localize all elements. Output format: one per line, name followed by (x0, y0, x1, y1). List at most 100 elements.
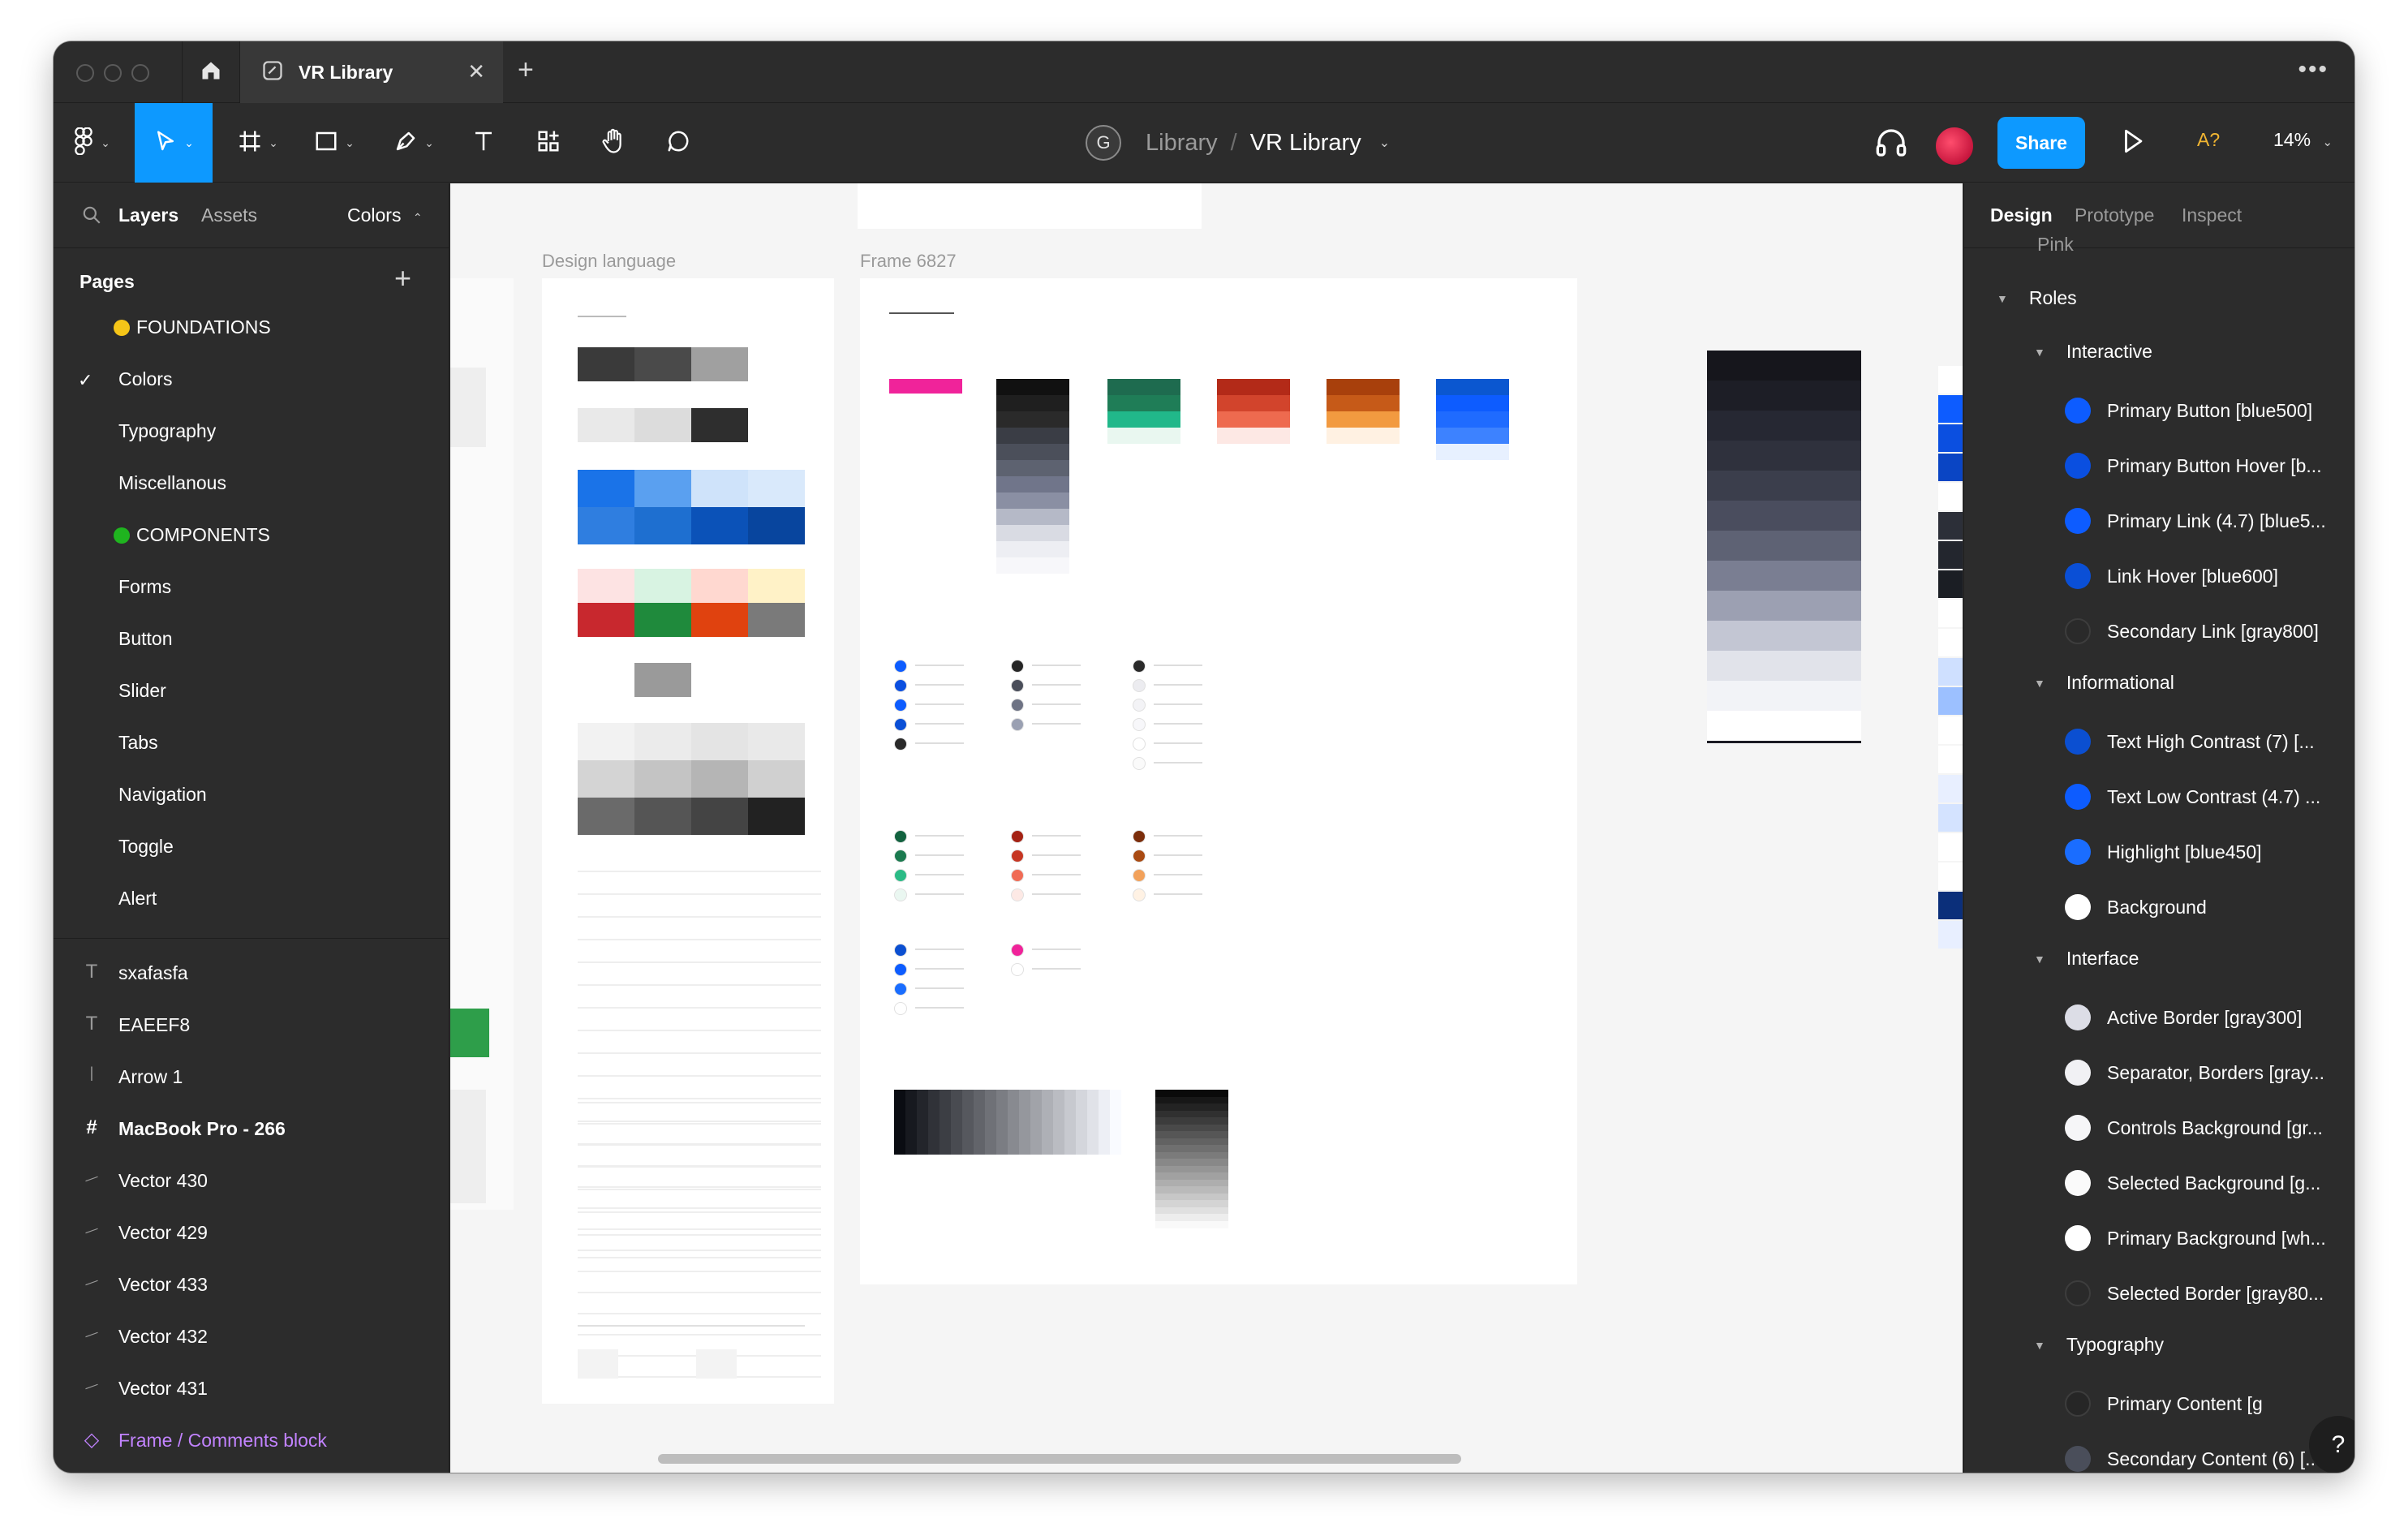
color-style-item[interactable]: Text High Contrast (7) [... (1964, 714, 2354, 769)
file-tab[interactable]: VR Library ✕ (240, 41, 503, 103)
audio-headset-icon[interactable] (1875, 127, 1907, 162)
page-selector[interactable]: Colors ⌃ (347, 204, 423, 226)
shape-tool-button[interactable]: ⌄ (302, 103, 367, 183)
main-menu-button[interactable]: ⌄ (65, 103, 118, 183)
page-item[interactable]: Colors (118, 368, 172, 390)
breadcrumb-project[interactable]: Library (1146, 130, 1218, 157)
tab-inspect[interactable]: Inspect (2182, 204, 2242, 226)
color-style-item[interactable]: Primary Button [blue500] (1964, 383, 2354, 438)
lightness-step (1099, 1090, 1110, 1155)
layer-item[interactable]: sxafasfa (118, 962, 188, 984)
text-placeholder-line (578, 1292, 821, 1293)
canvas-frame-left[interactable] (450, 278, 514, 1210)
roles-group[interactable]: ▼ Roles (1997, 287, 2077, 309)
page-item[interactable]: COMPONENTS (114, 524, 270, 546)
page-item[interactable]: Alert (118, 888, 157, 910)
home-tab[interactable] (182, 41, 240, 103)
layer-item[interactable]: Vector 431 (118, 1378, 208, 1400)
canvas-frame-partial[interactable] (858, 183, 1202, 229)
layer-item[interactable]: Frame / Comments block (118, 1430, 327, 1452)
close-window-button[interactable] (76, 64, 94, 82)
color-style-item[interactable]: Controls Background [gr... (1964, 1100, 2354, 1155)
page-item[interactable]: Typography (118, 420, 216, 442)
page-item[interactable]: FOUNDATIONS (114, 316, 271, 338)
layers-panel-tabs: Layers Assets Colors ⌃ (54, 183, 449, 248)
text-placeholder-line (915, 1007, 964, 1009)
style-group[interactable]: ▼ Interface (2034, 948, 2139, 970)
color-style-item[interactable]: Separator, Borders [gray... (1964, 1045, 2354, 1100)
frame-label-design-language[interactable]: Design language (542, 251, 676, 272)
swatch-block (996, 476, 1069, 493)
horizontal-scrollbar[interactable] (658, 1454, 1461, 1464)
breadcrumb-file-name[interactable]: VR Library (1250, 130, 1361, 157)
add-page-button[interactable]: + (394, 261, 411, 295)
style-group[interactable]: ▼ Informational (2034, 672, 2174, 694)
layer-item[interactable]: MacBook Pro - 266 (118, 1118, 286, 1140)
page-item[interactable]: Button (118, 628, 173, 650)
color-style-item[interactable]: Secondary Link [gray800] (1964, 604, 2354, 659)
user-avatar[interactable] (1934, 126, 1975, 166)
layer-item[interactable]: Vector 432 (118, 1326, 208, 1348)
present-play-icon[interactable] (2121, 127, 2145, 159)
search-icon[interactable] (81, 204, 102, 230)
layer-item[interactable]: Arrow 1 (118, 1066, 183, 1088)
layer-item[interactable]: Vector 430 (118, 1170, 208, 1192)
color-style-item[interactable]: Link Hover [blue600] (1964, 548, 2354, 604)
more-options-icon[interactable]: ••• (2298, 56, 2328, 84)
tab-layers[interactable]: Layers (118, 204, 178, 226)
minimize-window-button[interactable] (104, 64, 122, 82)
swatch-block (691, 347, 748, 381)
frame-6827[interactable] (860, 278, 1577, 1284)
color-style-item[interactable]: Background (1964, 880, 2354, 935)
color-style-item[interactable]: Secondary Content (6) [... (1964, 1431, 2354, 1473)
surface-scale-frame[interactable] (1707, 351, 1861, 743)
resources-tool-button[interactable] (524, 103, 573, 183)
user-avatar-initial[interactable]: G (1086, 125, 1121, 161)
page-item[interactable]: Navigation (118, 784, 207, 806)
accessibility-check-button[interactable]: A? (2197, 129, 2220, 151)
interactive-roles-frame[interactable] (1938, 333, 1963, 1177)
page-item[interactable]: Slider (118, 680, 166, 702)
layer-item[interactable]: EAEEF8 (118, 1014, 190, 1036)
color-style-item[interactable]: Primary Link (4.7) [blue5... (1964, 493, 2354, 548)
frame-tool-button[interactable]: ⌄ (226, 103, 290, 183)
chevron-down-icon: ⌄ (424, 136, 434, 149)
share-button[interactable]: Share (1997, 117, 2085, 169)
style-group[interactable]: ▼ Typography (2034, 1334, 2164, 1356)
page-item[interactable]: Tabs (118, 732, 158, 754)
tab-design[interactable]: Design (1990, 204, 2053, 226)
tab-assets[interactable]: Assets (201, 204, 257, 226)
color-style-item[interactable]: Primary Background [wh... (1964, 1211, 2354, 1266)
color-style-item[interactable]: Selected Background [g... (1964, 1155, 2354, 1211)
hand-tool-button[interactable] (589, 103, 638, 183)
style-group[interactable]: ▼ Interactive (2034, 341, 2152, 363)
page-item[interactable]: Forms (118, 576, 171, 598)
swatch-block (996, 444, 1069, 460)
check-icon: ✓ (78, 370, 93, 390)
color-style-item[interactable]: Selected Border [gray80... (1964, 1266, 2354, 1321)
page-item[interactable]: Miscellanous (118, 472, 226, 494)
zoom-window-button[interactable] (131, 64, 149, 82)
close-tab-icon[interactable]: ✕ (467, 59, 485, 84)
page-item[interactable]: Toggle (118, 836, 174, 858)
color-style-item[interactable]: Primary Content [g (1964, 1376, 2354, 1431)
move-tool-button[interactable]: ⌄ (135, 103, 213, 183)
color-style-item[interactable]: Primary Button Hover [b... (1964, 438, 2354, 493)
role-dot (1011, 850, 1024, 862)
tab-prototype[interactable]: Prototype (2075, 204, 2154, 226)
layer-item[interactable]: Vector 433 (118, 1274, 208, 1296)
zoom-menu[interactable]: 14% ⌄ (2273, 129, 2333, 151)
text-tool-button[interactable] (459, 103, 508, 183)
pen-tool-button[interactable]: ⌄ (381, 103, 446, 183)
frame-label-frame-6827[interactable]: Frame 6827 (860, 251, 957, 272)
color-style-item[interactable]: Highlight [blue450] (1964, 824, 2354, 880)
comment-tool-button[interactable] (654, 103, 703, 183)
design-canvas[interactable]: Design language Frame 6827 (450, 183, 1963, 1473)
design-language-frame[interactable] (542, 278, 834, 1404)
role-swatch (1938, 600, 1963, 627)
chevron-down-icon[interactable]: ⌄ (1379, 135, 1390, 151)
color-style-item[interactable]: Active Border [gray300] (1964, 990, 2354, 1045)
color-style-item[interactable]: Text Low Contrast (4.7) ... (1964, 769, 2354, 824)
layer-item[interactable]: Vector 429 (118, 1222, 208, 1244)
new-tab-button[interactable]: + (518, 54, 534, 86)
